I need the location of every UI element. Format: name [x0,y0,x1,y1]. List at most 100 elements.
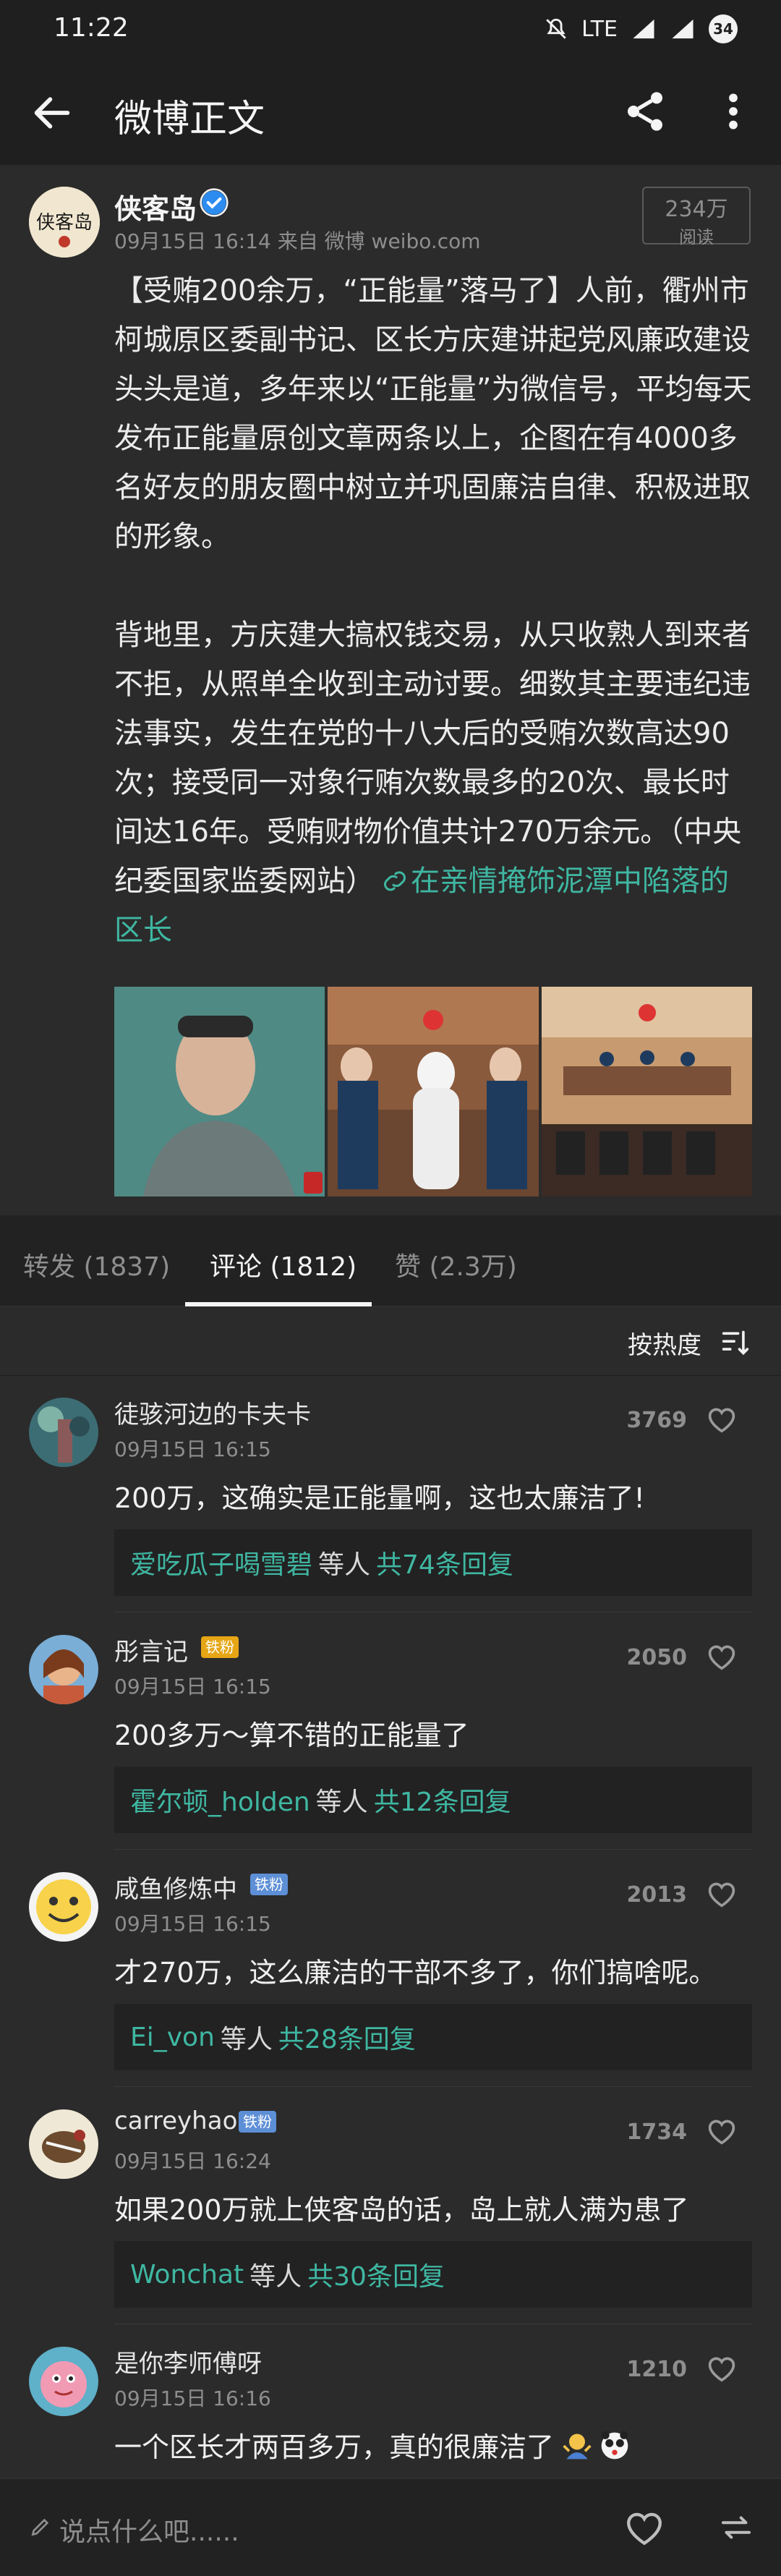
comment-time: 09月15日 16:15 [114,1437,271,1461]
comment-time: 09月15日 16:15 [114,1675,271,1699]
post-images [114,987,752,1196]
comment-replies-preview[interactable]: 霍尔顿_holden 等人 共12条回复 [114,1767,752,1833]
back-arrow-icon[interactable] [29,90,75,136]
post-text: 【受贿200余万，“正能量”落马了】人前，衢州市柯城原区委副书记、区长方庆建讲起… [114,274,752,898]
comment-text: 如果200万就上侠客岛的话，岛上就人满为患了 [114,2194,689,2226]
reply-count[interactable]: 共28条回复 [278,2018,416,2056]
comment-replies-preview[interactable]: Ei_von 等人 共28条回复 [114,2004,752,2070]
panda-emoji-icon [599,2430,631,2468]
reply-count[interactable]: 共74条回复 [376,1544,513,1581]
heart-icon[interactable] [706,2354,738,2383]
sort-icon[interactable] [719,1328,752,1357]
share-icon[interactable] [622,88,668,135]
pencil-icon [29,2515,52,2545]
comment-like-count: 1210 [626,2357,688,2382]
comment-like-count: 3769 [626,1408,688,1433]
commenter-avatar[interactable] [29,1872,98,1942]
commenter-avatar[interactable] [29,1635,98,1704]
like-heart-icon[interactable] [623,2508,665,2547]
comment-text: 200万，这确实是正能量啊，这也太廉洁了! [114,1482,645,1514]
post-image-3[interactable] [541,987,752,1196]
tab-comments[interactable]: 评论 (1812) [210,1246,357,1283]
repost-icon[interactable] [716,2508,756,2547]
divider [114,2086,752,2087]
comment-item: 徒骇河边的卡夫卡 09月15日 16:15 3769 200万，这确实是正能量啊… [0,1376,781,1613]
comment-replies-preview[interactable]: 爱吃瓜子喝雪碧 等人 共74条回复 [114,1529,752,1596]
commenter-name[interactable]: 是你李师傅呀 [114,2344,262,2379]
heart-icon[interactable] [706,1405,738,1434]
battery-icon: 34 [709,14,738,43]
reply-user[interactable]: 霍尔顿_holden [130,1781,310,1819]
comment-time: 09月15日 16:15 [114,1912,271,1936]
comment-text-content: 一个区长才两百多万，真的很廉洁了 [114,2431,555,2463]
link-icon [384,871,406,891]
fan-badge: 铁粉 [250,1874,288,1895]
reply-etc: 等人 [220,2025,273,2054]
network-label: LTE [581,16,618,42]
signal-icon-2 [670,17,696,41]
comment-time: 09月15日 16:16 [114,2386,271,2410]
shrug-emoji-icon [561,2430,593,2468]
interaction-tabs: 转发 (1837) 评论 (1812) 赞 (2.3万) [0,1215,781,1306]
status-icons: LTE 34 [544,14,738,43]
commenter-name[interactable]: 徒骇河边的卡夫卡 [114,1395,311,1430]
reply-etc: 等人 [318,1550,371,1580]
divider [114,1849,752,1850]
comment-like-count: 2050 [626,1645,688,1670]
read-label: 阅读 [679,227,714,247]
commenter-name[interactable]: 咸鱼修炼中 [114,1869,237,1905]
tab-likes[interactable]: 赞 (2.3万) [395,1246,517,1283]
heart-icon[interactable] [706,2117,738,2146]
commenter-name[interactable]: 彤言记 [114,1632,188,1667]
status-bar: 11:22 LTE 34 [0,0,781,59]
reply-count[interactable]: 共12条回复 [374,1781,511,1819]
author-name[interactable]: 侠客岛 [114,187,197,226]
reply-etc: 等人 [315,1788,368,1817]
avatar-logo-text: 侠客岛 [36,212,93,234]
status-time: 11:22 [54,13,129,43]
reply-count[interactable]: 共30条回复 [307,2256,445,2293]
mute-icon [544,17,568,41]
post: 侠客岛 侠客岛 09月15日 16:14 来自 微博 weibo.com 234… [0,165,781,1215]
app-header: 微博正文 [0,59,781,165]
comment-time: 09月15日 16:24 [114,2149,271,2173]
read-count-badge: 234万 阅读 [642,187,751,247]
post-body: 【受贿200余万，“正能量”落马了】人前，衢州市柯城原区委副书记、区长方庆建讲起… [114,266,752,955]
comment-item: 彤言记 铁粉 09月15日 16:15 2050 200多万～算不错的正能量了 … [0,1613,781,1850]
commenter-name[interactable]: carreyhao [114,2107,237,2135]
heart-icon[interactable] [706,1642,738,1671]
reply-etc: 等人 [249,2262,302,2292]
comment-text: 一个区长才两百多万，真的很廉洁了 [114,2425,631,2468]
comment-text: 200多万～算不错的正能量了 [114,1720,469,1751]
commenter-avatar[interactable] [29,2347,98,2416]
comment-replies-preview[interactable]: Wonchat 等人 共30条回复 [114,2241,752,2308]
verified-icon [200,188,229,217]
comment-input-placeholder[interactable]: 说点什么吧...... [59,2511,239,2549]
comment-item: carreyhao 铁粉 09月15日 16:24 1734 如果200万就上侠… [0,2088,781,2325]
bottom-action-bar: 说点什么吧...... [0,2478,781,2576]
post-image-2[interactable] [328,987,539,1196]
reply-user[interactable]: 爱吃瓜子喝雪碧 [130,1544,312,1581]
page-title: 微博正文 [114,98,265,141]
signal-icon [631,17,657,41]
commenter-avatar[interactable] [29,1398,98,1467]
tab-reposts[interactable]: 转发 (1837) [23,1246,170,1283]
author-avatar[interactable]: 侠客岛 [29,187,100,258]
post-image-1[interactable] [114,987,325,1196]
commenter-avatar[interactable] [29,2109,98,2179]
comment-like-count: 1734 [626,2120,688,2145]
comment-item: 咸鱼修炼中 铁粉 09月15日 16:15 2013 才270万，这么廉洁的干部… [0,1850,781,2088]
fan-badge: 铁粉 [201,1636,239,1658]
comment-text: 才270万，这么廉洁的干部不多了，你们搞啥呢。 [114,1957,717,1989]
read-count: 234万 [665,197,728,222]
comment-like-count: 2013 [626,1882,688,1908]
post-meta: 09月15日 16:14 来自 微博 weibo.com [114,229,481,253]
sort-row: 按热度 [0,1306,781,1376]
fan-badge: 铁粉 [239,2111,276,2133]
sort-by-hotness-button[interactable]: 按热度 [628,1325,701,1361]
heart-icon[interactable] [706,1879,738,1908]
more-options-icon[interactable] [716,88,751,135]
reply-user[interactable]: Wonchat [130,2260,244,2290]
comment-input[interactable]: 说点什么吧...... [29,2511,239,2549]
reply-user[interactable]: Ei_von [130,2023,215,2052]
